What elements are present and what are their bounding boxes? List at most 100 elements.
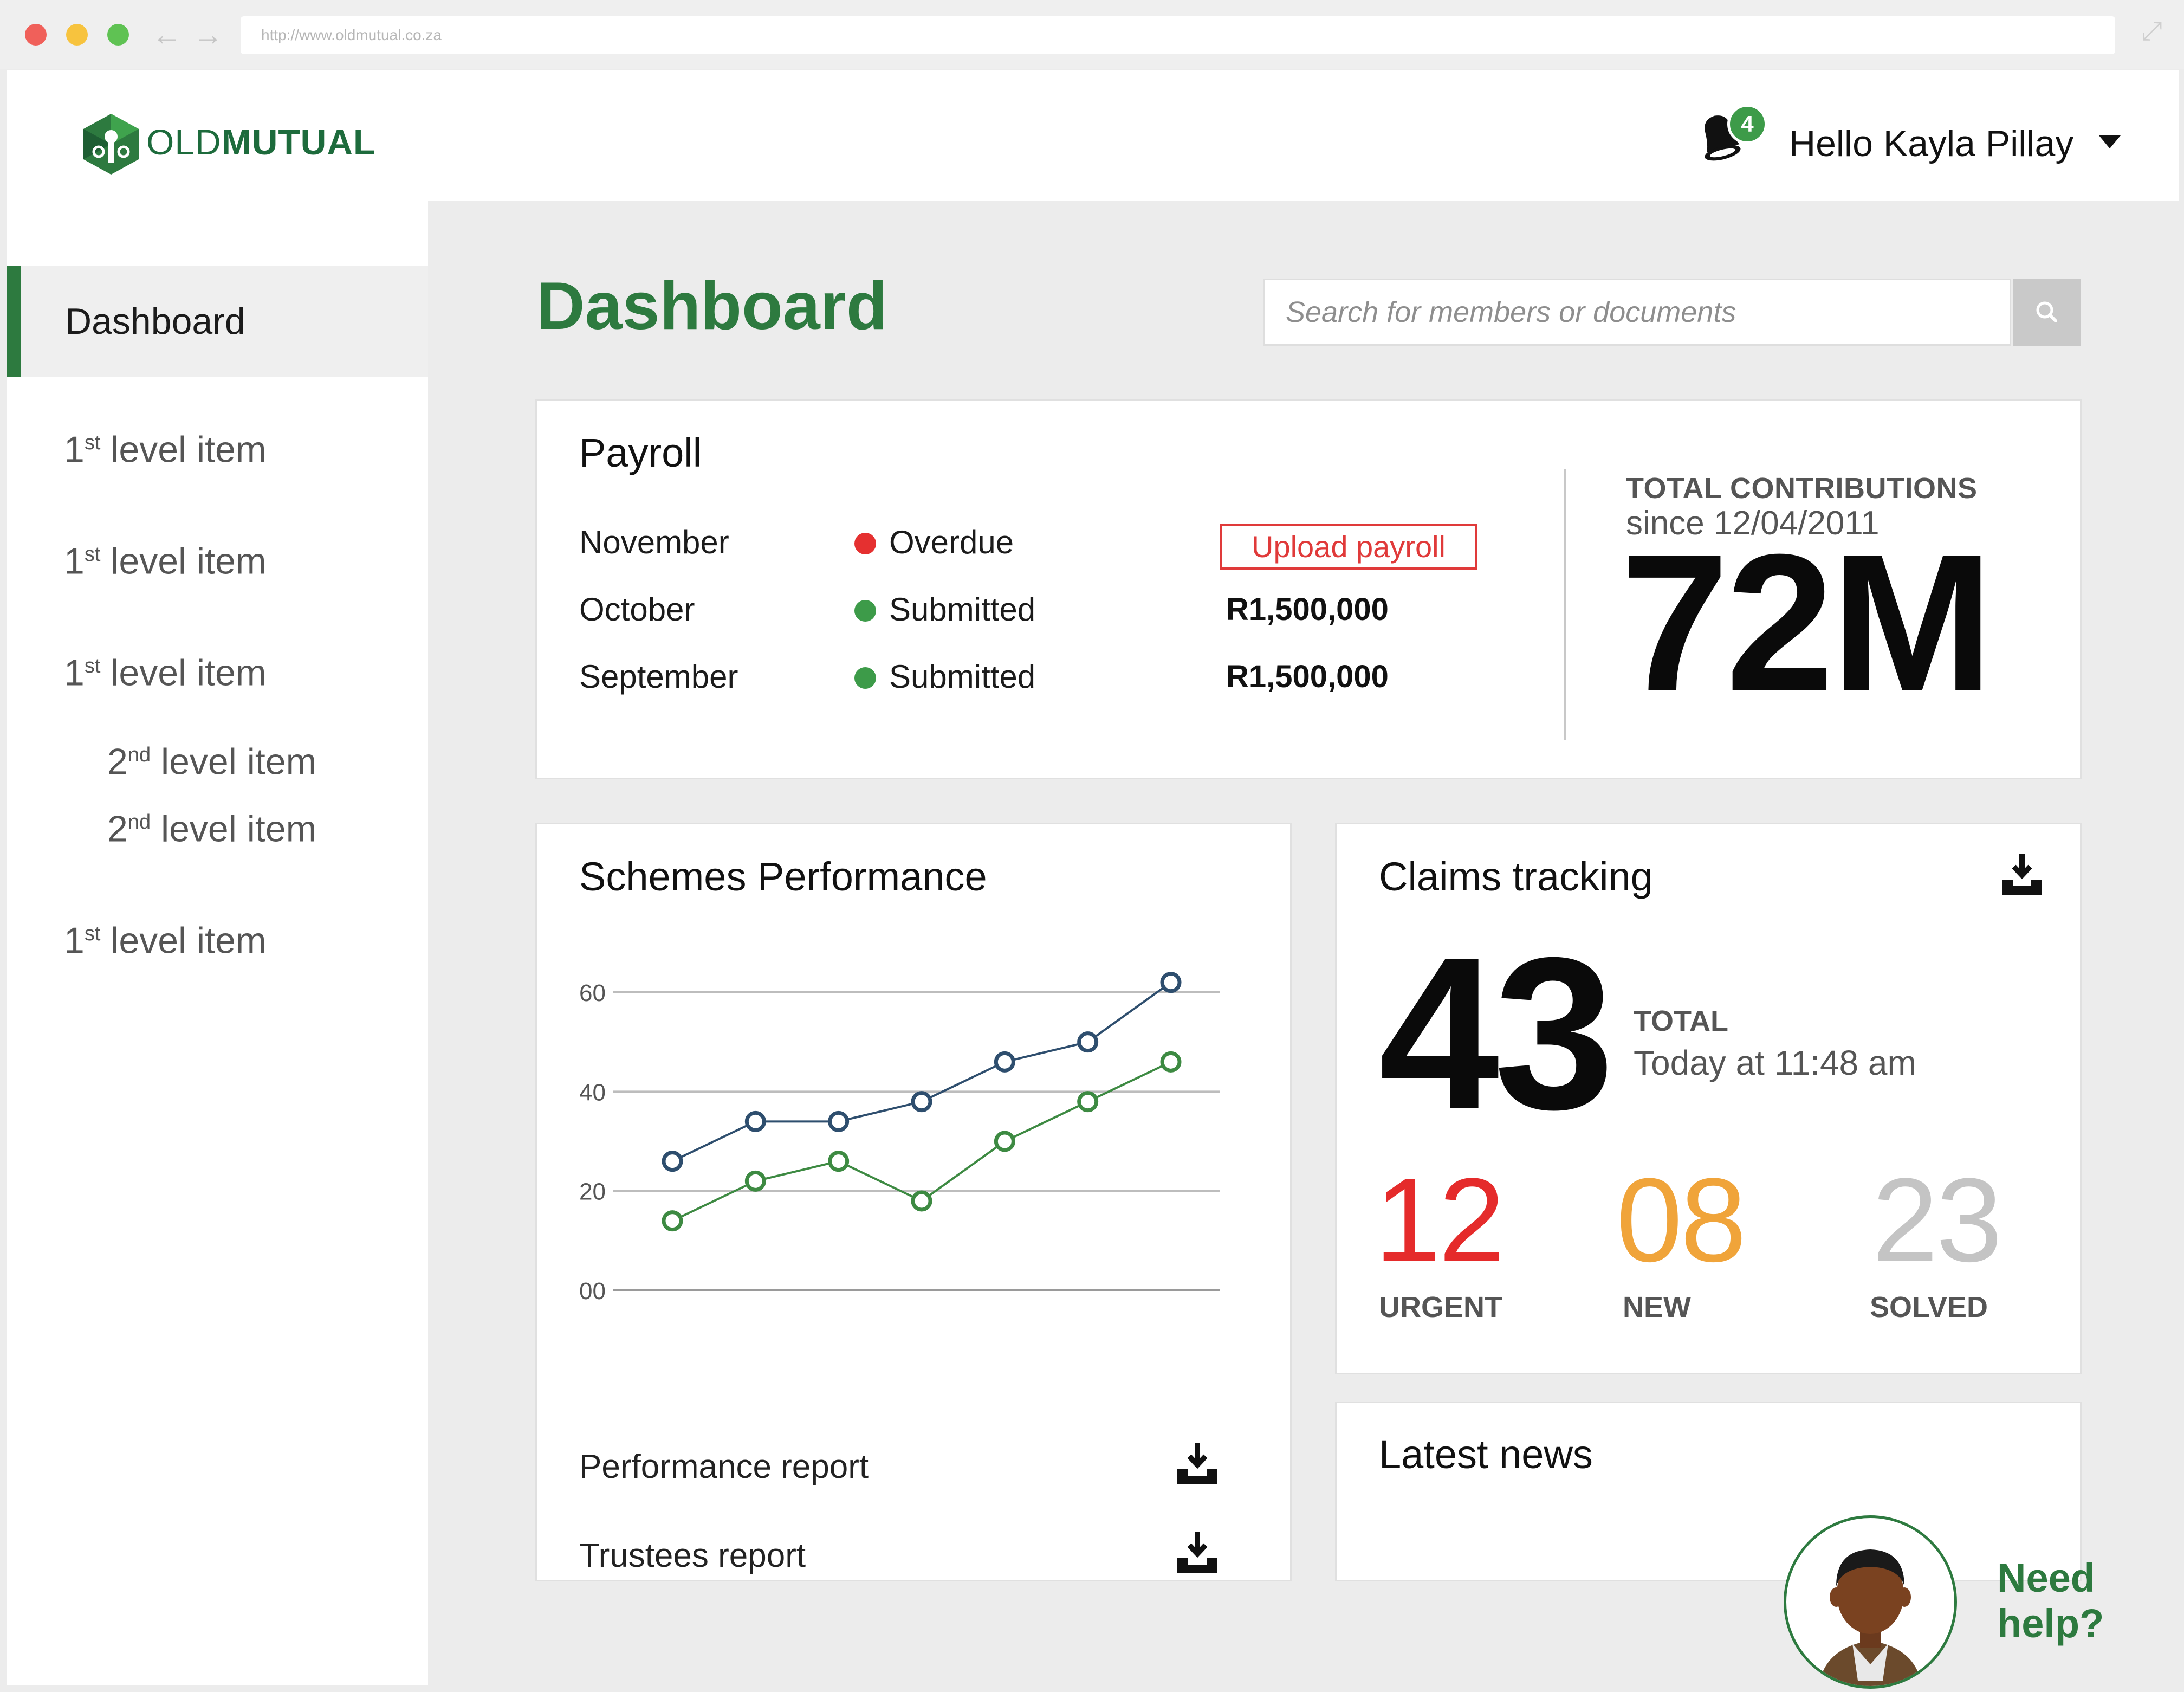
old-mutual-logo-icon[interactable] (81, 113, 141, 178)
payroll-card: Payroll November Overdue Upload payroll … (535, 399, 2082, 779)
download-trustees-report-icon[interactable] (1173, 1529, 1222, 1580)
data-point[interactable] (1077, 1031, 1099, 1053)
payroll-month: September (579, 658, 738, 695)
sidebar-item-level2[interactable]: 2nd level item (107, 798, 316, 854)
data-point[interactable] (828, 1151, 850, 1172)
divider (1564, 469, 1566, 740)
ordinal-suffix: st (84, 543, 101, 566)
solved-label: SOLVED (1870, 1291, 1988, 1323)
level-number: 2 (107, 808, 128, 850)
sidebar-item-level1[interactable]: 1st level item (64, 909, 267, 965)
level-text: level item (100, 540, 267, 582)
urgent-count: 12 (1375, 1153, 1505, 1287)
search-box (1263, 279, 2012, 346)
level-text: level item (151, 741, 317, 783)
data-point[interactable] (662, 1151, 683, 1172)
level-number: 1 (64, 652, 85, 694)
payroll-amount: R1,500,000 (1226, 659, 1389, 694)
status-text: Overdue (889, 524, 1014, 560)
new-count: 08 (1616, 1153, 1747, 1287)
status-text: Submitted (889, 591, 1036, 628)
payroll-amount: R1,500,000 (1226, 592, 1389, 627)
payroll-status: Submitted (854, 588, 1036, 631)
address-bar[interactable]: http://www.oldmutual.co.za (241, 16, 2115, 54)
search-input[interactable] (1265, 280, 2012, 344)
new-label: NEW (1623, 1291, 1691, 1323)
minimize-window-button[interactable] (66, 24, 88, 46)
ordinal-suffix: st (84, 922, 101, 945)
payroll-month: October (579, 591, 695, 628)
sidebar-item-level1[interactable]: 1st level item (64, 418, 267, 474)
schemes-title: Schemes Performance (579, 854, 987, 899)
page-title: Dashboard (536, 269, 887, 344)
notification-count-badge: 4 (1727, 104, 1767, 144)
level-number: 1 (64, 540, 85, 582)
maximize-window-button[interactable] (107, 24, 129, 46)
data-point[interactable] (662, 1210, 683, 1232)
schemes-performance-card: Schemes Performance 00 20 40 60 Performance… (535, 823, 1292, 1581)
claims-title: Claims tracking (1379, 854, 1653, 899)
back-arrow-icon[interactable]: ← (152, 16, 182, 53)
total-contributions-label: TOTAL CONTRIBUTIONS (1626, 472, 1978, 505)
level-text: level item (100, 429, 267, 470)
sidebar: Dashboard 1st level item 1st level item … (7, 201, 428, 1685)
help-avatar[interactable] (1784, 1515, 1957, 1689)
need-help-link[interactable]: Need help? (1997, 1555, 2104, 1646)
latest-news-card: Latest news (1335, 1402, 2082, 1581)
sidebar-item-level1[interactable]: 1st level item (64, 642, 267, 698)
urgent-label: URGENT (1379, 1291, 1502, 1323)
solved-count: 23 (1872, 1153, 2002, 1287)
search-icon (2036, 301, 2057, 322)
need-help-line2: help? (1997, 1601, 2104, 1646)
data-point[interactable] (744, 1170, 766, 1192)
status-dot-submitted (854, 600, 876, 622)
data-point[interactable] (1077, 1091, 1099, 1113)
upload-payroll-button[interactable]: Upload payroll (1220, 524, 1477, 570)
ordinal-suffix: nd (127, 744, 151, 766)
level-number: 1 (64, 429, 85, 470)
top-bar: OLDMUTUAL 4 Hello Kayla Pillay (7, 70, 2179, 201)
search-button[interactable] (2013, 279, 2081, 346)
sidebar-item-level2[interactable]: 2nd level item (107, 731, 316, 786)
payroll-month: November (579, 524, 729, 560)
forward-arrow-icon[interactable]: → (193, 16, 223, 53)
data-point[interactable] (744, 1110, 766, 1132)
status-dot-overdue (854, 533, 876, 554)
level-number: 1 (64, 920, 85, 961)
level-text: level item (151, 808, 317, 850)
level-text: level item (100, 652, 267, 694)
status-dot-submitted (854, 667, 876, 689)
data-point[interactable] (994, 1051, 1015, 1073)
brand-name-light: OLD (146, 122, 222, 162)
claims-total-label: TOTAL (1634, 1005, 1728, 1037)
payroll-status: Overdue (854, 521, 1014, 564)
performance-report-label[interactable]: Performance report (579, 1445, 869, 1489)
sidebar-item-level1[interactable]: 1st level item (64, 530, 267, 586)
download-claims-icon[interactable] (1998, 850, 2046, 902)
payroll-status: Submitted (854, 655, 1035, 699)
y-tick-label: 20 (579, 1179, 606, 1205)
data-point[interactable] (994, 1131, 1015, 1152)
series-line (672, 981, 1172, 1163)
claims-tracking-card: Claims tracking 43 TOTAL Today at 11:48 … (1335, 823, 2082, 1374)
download-performance-report-icon[interactable] (1173, 1440, 1222, 1491)
close-window-button[interactable] (25, 24, 47, 46)
data-point[interactable] (828, 1110, 850, 1132)
trustees-report-label[interactable]: Trustees report (579, 1534, 806, 1578)
payroll-title: Payroll (579, 430, 702, 475)
y-tick-label: 40 (579, 1079, 606, 1106)
sidebar-item-label: Dashboard (65, 301, 245, 342)
user-greeting[interactable]: Hello Kayla Pillay (1789, 119, 2073, 168)
data-point[interactable] (911, 1091, 932, 1113)
support-agent-avatar-icon (1819, 1549, 1922, 1686)
ordinal-suffix: st (84, 655, 101, 677)
data-point[interactable] (1160, 1051, 1182, 1073)
url-text: http://www.oldmutual.co.za (261, 27, 442, 43)
total-contributions-value: 72M (1621, 514, 1993, 732)
data-point[interactable] (911, 1190, 932, 1212)
user-menu-caret-icon[interactable] (2099, 135, 2121, 148)
expand-icon[interactable]: ⤢ (2142, 16, 2162, 47)
y-tick-label: 00 (579, 1278, 606, 1304)
data-point[interactable] (1160, 972, 1182, 993)
sidebar-item-dashboard[interactable]: Dashboard (7, 266, 428, 377)
